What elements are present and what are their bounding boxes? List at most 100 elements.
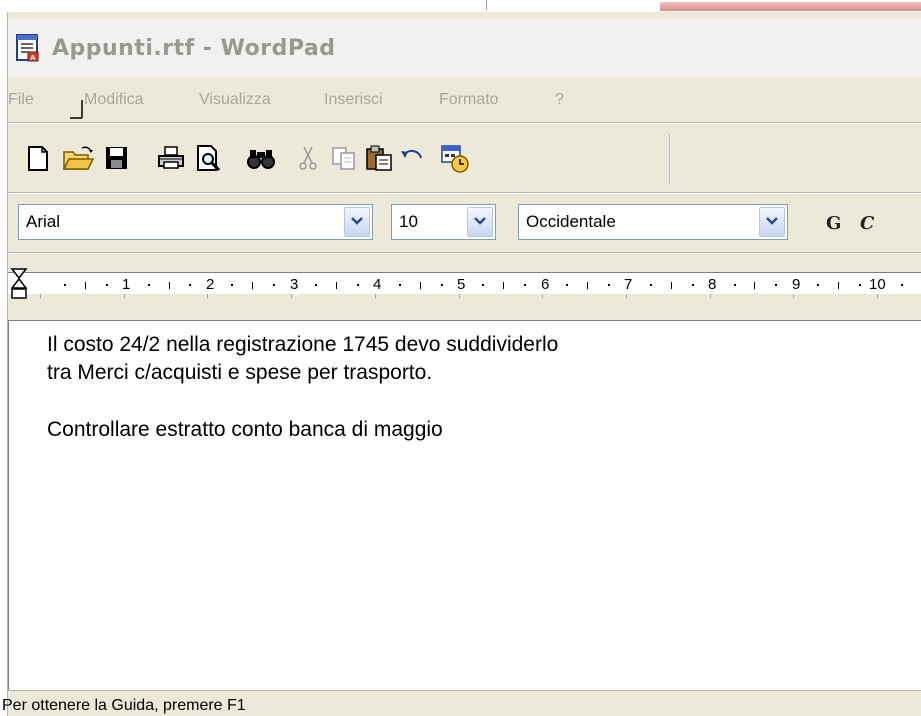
ruler-tick-mark <box>503 282 504 289</box>
copy-icon[interactable] <box>330 144 358 172</box>
separator <box>8 252 921 254</box>
ruler-guide-mark <box>124 294 125 298</box>
menu-inserisci[interactable]: Inserisci <box>324 91 383 109</box>
ruler-guide-mark <box>40 294 41 298</box>
ruler-tick-mark <box>169 282 170 289</box>
ruler-number: 6 <box>541 276 550 293</box>
ruler-tick-mark <box>901 284 903 286</box>
ruler-tick-mark <box>189 284 191 286</box>
ruler-number: 5 <box>457 276 466 293</box>
menu-formato[interactable]: Formato <box>439 91 499 109</box>
cut-icon[interactable] <box>296 144 324 172</box>
script-combo[interactable]: Occidentale <box>518 204 788 240</box>
ruler-number: 3 <box>290 276 299 293</box>
background-strip <box>0 0 921 12</box>
ruler-tick-mark <box>399 284 401 286</box>
undo-icon[interactable] <box>398 144 426 172</box>
separator <box>8 192 921 194</box>
find-icon[interactable] <box>246 144 275 172</box>
ruler-tick-mark <box>734 284 736 286</box>
italic-button[interactable]: C <box>860 213 874 234</box>
document-area[interactable]: Il costo 24/2 nella registrazione 1745 d… <box>8 320 921 690</box>
background-red-bar <box>660 2 921 11</box>
window-title: Appunti.rtf - WordPad <box>52 36 336 61</box>
separator <box>8 122 921 124</box>
chevron-down-icon <box>766 217 778 225</box>
ruler-number: 10 <box>869 276 886 293</box>
date-time-icon[interactable] <box>440 144 469 173</box>
ruler-number: 7 <box>624 276 633 293</box>
save-icon[interactable] <box>102 144 130 172</box>
ruler-number: 8 <box>708 276 717 293</box>
chevron-down-icon <box>351 217 363 225</box>
ruler-tick-mark <box>587 282 588 289</box>
print-preview-icon[interactable] <box>194 144 222 172</box>
ruler-tick-mark <box>148 284 150 286</box>
ruler-guide-mark <box>459 294 460 298</box>
ruler-number: 9 <box>792 276 801 293</box>
svg-text:A: A <box>30 54 36 62</box>
ruler-tick-mark <box>838 282 839 289</box>
ruler-guide-mark <box>207 294 208 298</box>
ruler-tick-mark <box>859 284 861 286</box>
format-toolbar: Arial 10 Occidentale G C <box>8 196 921 250</box>
ruler-tick-mark <box>775 284 777 286</box>
wordpad-window: A Appunti.rtf - WordPad File Modifica Vi… <box>2 12 921 716</box>
script-value: Occidentale <box>526 212 616 231</box>
ruler-tick-mark <box>441 284 443 286</box>
document-line: Controllare estratto conto banca di magg… <box>47 418 443 441</box>
status-text: Per ottenere la Guida, premere F1 <box>2 697 246 714</box>
menu-bar: File Modifica Visualizza Inserisci Forma… <box>8 82 921 120</box>
title-bar[interactable]: A Appunti.rtf - WordPad <box>8 18 921 78</box>
open-icon[interactable] <box>62 144 95 172</box>
ruler-number: 1 <box>122 276 131 293</box>
ruler-tick-mark <box>252 282 253 289</box>
ruler-number: 4 <box>373 276 382 293</box>
ruler-tick-mark <box>85 282 86 289</box>
paste-icon[interactable] <box>364 144 392 172</box>
ruler-tick-mark <box>106 284 108 286</box>
menu-modifica[interactable]: Modifica <box>84 91 144 109</box>
new-icon[interactable] <box>24 144 52 172</box>
indent-marker-icon[interactable] <box>10 268 28 300</box>
menu-help[interactable]: ? <box>555 91 564 109</box>
ruler-tick-mark <box>566 284 568 286</box>
wordpad-app-icon[interactable]: A <box>16 34 40 62</box>
ruler-guide-mark <box>375 294 376 298</box>
print-icon[interactable] <box>156 144 184 172</box>
ruler-number: 2 <box>206 276 215 293</box>
bold-button[interactable]: G <box>826 213 841 234</box>
font-size-value: 10 <box>399 212 418 231</box>
ruler-guide-mark <box>542 294 543 298</box>
document-line: tra Merci c/acquisti e spese per traspor… <box>47 361 433 384</box>
ruler-tick-mark <box>273 284 275 286</box>
toolbar-divider <box>669 134 671 184</box>
ruler-tick-mark <box>524 284 526 286</box>
ruler-tick-mark <box>692 284 694 286</box>
ruler[interactable]: 1 2 3 4 5 6 7 8 9 10 <box>8 258 921 308</box>
ruler-tick-mark <box>64 284 66 286</box>
menu-visualizza[interactable]: Visualizza <box>199 91 271 109</box>
ruler-tick-mark <box>420 282 421 289</box>
ruler-tick-mark <box>357 284 359 286</box>
ruler-tick-mark <box>482 284 484 286</box>
font-size-combo[interactable]: 10 <box>391 204 496 240</box>
ruler-tick-mark <box>315 284 317 286</box>
ruler-tick-mark <box>671 282 672 289</box>
text-cursor-icon <box>70 100 83 119</box>
script-dropdown-button[interactable] <box>759 207 785 237</box>
background-divider <box>486 0 487 10</box>
ruler-tick-mark <box>336 282 337 289</box>
menu-file[interactable]: File <box>8 91 34 109</box>
size-dropdown-button[interactable] <box>467 207 493 237</box>
status-bar: Per ottenere la Guida, premere F1 <box>2 690 921 716</box>
font-dropdown-button[interactable] <box>344 207 370 237</box>
font-name-value: Arial <box>26 212 61 231</box>
ruler-guide-mark <box>877 294 878 298</box>
ruler-tick-mark <box>608 284 610 286</box>
ruler-guide-mark <box>291 294 292 298</box>
document-line: Il costo 24/2 nella registrazione 1745 d… <box>47 333 559 356</box>
font-name-combo[interactable]: Arial <box>18 204 373 240</box>
chevron-down-icon <box>474 217 486 225</box>
ruler-guide-mark <box>710 294 711 298</box>
